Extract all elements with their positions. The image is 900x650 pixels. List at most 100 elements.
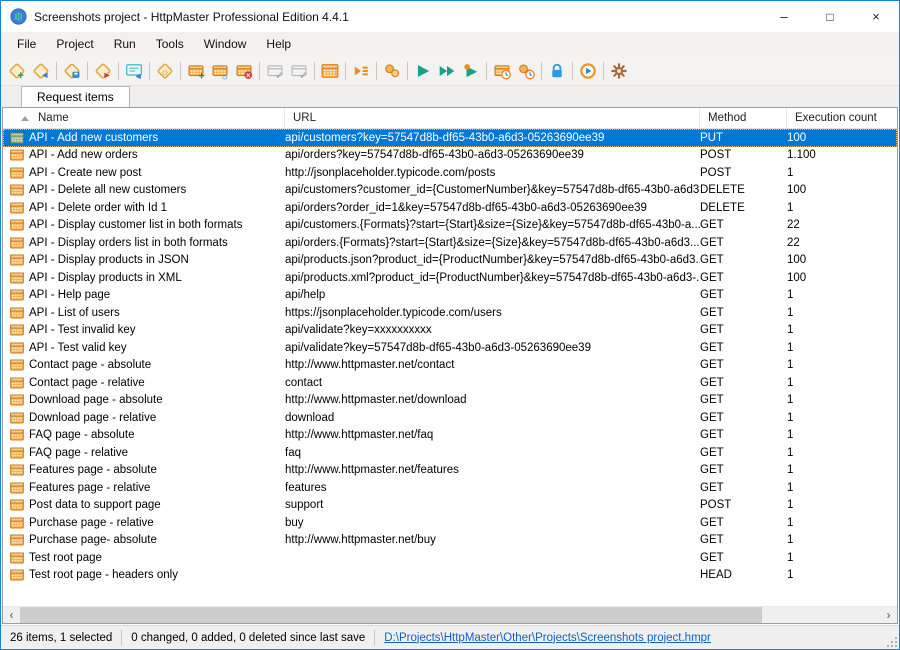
request-item-icon — [10, 289, 24, 301]
horizontal-scrollbar[interactable]: ‹ › — [3, 606, 897, 623]
item-execution-count: 1 — [787, 569, 897, 581]
column-header-url[interactable]: URL — [285, 108, 700, 128]
data-generator-icon[interactable] — [318, 59, 342, 83]
request-item-icon — [10, 184, 24, 196]
column-header-method[interactable]: Method — [700, 108, 787, 128]
item-execution-count: 1 — [787, 429, 897, 441]
project-file-link[interactable]: D:\Projects\HttpMaster\Other\Projects\Sc… — [384, 632, 711, 644]
execution-sequence-icon[interactable] — [349, 59, 373, 83]
item-method: DELETE — [700, 202, 787, 214]
item-name: API - Display products in JSON — [29, 254, 189, 266]
svg-text:◄: ◄ — [134, 70, 143, 79]
add-request-item-icon[interactable]: + — [184, 59, 208, 83]
item-url: http://jsonplaceholder.typicode.com/post… — [285, 167, 700, 179]
table-row[interactable]: FAQ page - relativefaqGET1 — [3, 444, 897, 462]
table-row[interactable]: FAQ page - absolutehttp://www.httpmaster… — [3, 427, 897, 445]
table-row[interactable]: API - Test valid keyapi/validate?key=575… — [3, 339, 897, 357]
table-row[interactable]: API - Display products in XMLapi/product… — [3, 269, 897, 287]
scrollbar-thumb[interactable] — [20, 607, 762, 623]
scroll-left-arrow-icon[interactable]: ‹ — [3, 607, 20, 623]
table-row[interactable]: Test root page - headers onlyHEAD1 — [3, 567, 897, 585]
import-data-icon[interactable]: ◄ — [122, 59, 146, 83]
item-name: Test root page - headers only — [29, 569, 178, 581]
item-method: GET — [700, 342, 787, 354]
menu-file[interactable]: File — [7, 32, 46, 56]
new-project-icon[interactable]: + — [5, 59, 29, 83]
table-row[interactable]: API - Delete order with Id 1api/orders?o… — [3, 199, 897, 217]
menu-tools[interactable]: Tools — [146, 32, 194, 56]
request-item-icon — [10, 552, 24, 564]
table-row[interactable]: Post data to support pagesupportPOST1 — [3, 497, 897, 515]
maximize-button[interactable]: □ — [807, 1, 853, 32]
column-header-name[interactable]: Name — [3, 108, 285, 128]
security-icon[interactable] — [545, 59, 569, 83]
tab-bar: Request items — [1, 86, 899, 107]
table-row[interactable]: API - Add new ordersapi/orders?key=57547… — [3, 147, 897, 165]
edit-request-item-icon[interactable]: ☼ — [208, 59, 232, 83]
table-row[interactable]: Contact page - relativecontactGET1 — [3, 374, 897, 392]
table-row[interactable]: API - Help pageapi/helpGET1 — [3, 287, 897, 305]
execute-all-icon[interactable] — [435, 59, 459, 83]
close-button[interactable]: × — [853, 1, 899, 32]
options-icon[interactable] — [607, 59, 631, 83]
item-execution-count: 1 — [787, 342, 897, 354]
execution-monitor-icon[interactable] — [576, 59, 600, 83]
execute-tagged-icon[interactable] — [459, 59, 483, 83]
menu-help[interactable]: Help — [256, 32, 301, 56]
table-row[interactable]: Features page - relativefeaturesGET1 — [3, 479, 897, 497]
item-execution-count: 22 — [787, 237, 897, 249]
table-row[interactable]: API - Add new customersapi/customers?key… — [3, 129, 897, 147]
item-method: GET — [700, 412, 787, 424]
table-row[interactable]: Download page - relativedownloadGET1 — [3, 409, 897, 427]
item-url: http://www.httpmaster.net/download — [285, 394, 700, 406]
table-row[interactable]: Test root pageGET1 — [3, 549, 897, 567]
table-row[interactable]: Features page - absolutehttp://www.httpm… — [3, 462, 897, 480]
item-url: api/help — [285, 289, 700, 301]
table-row[interactable]: API - Create new posthttp://jsonplacehol… — [3, 164, 897, 182]
schedule-chain-icon[interactable] — [514, 59, 538, 83]
table-row[interactable]: API - Test invalid keyapi/validate?key=x… — [3, 322, 897, 340]
request-item-icon — [10, 324, 24, 336]
table-row[interactable]: Purchase page- absolutehttp://www.httpma… — [3, 532, 897, 550]
item-method: GET — [700, 307, 787, 319]
column-header-label: Execution count — [795, 112, 877, 124]
delete-request-item-icon[interactable]: × — [232, 59, 256, 83]
item-method: GET — [700, 429, 787, 441]
execute-item-icon[interactable] — [411, 59, 435, 83]
table-row[interactable]: Purchase page - relativebuyGET1 — [3, 514, 897, 532]
table-row[interactable]: API - Display customer list in both form… — [3, 217, 897, 235]
toolbar-separator — [345, 62, 346, 80]
table-row[interactable]: API - List of usershttps://jsonplacehold… — [3, 304, 897, 322]
item-execution-count: 1 — [787, 499, 897, 511]
menu-project[interactable]: Project — [46, 32, 103, 56]
item-url: support — [285, 499, 700, 511]
item-execution-count: 1 — [787, 202, 897, 214]
close-project-icon[interactable]: ► — [91, 59, 115, 83]
project-properties-icon[interactable]: ☼ — [153, 59, 177, 83]
menu-run[interactable]: Run — [104, 32, 146, 56]
table-row[interactable]: API - Display products in JSONapi/produc… — [3, 252, 897, 270]
minimize-button[interactable]: – — [761, 1, 807, 32]
toolbar-separator — [149, 62, 150, 80]
table-row[interactable]: Contact page - absolutehttp://www.httpma… — [3, 357, 897, 375]
table-row[interactable]: API - Display orders list in both format… — [3, 234, 897, 252]
open-project-icon[interactable]: ◄ — [29, 59, 53, 83]
scroll-right-arrow-icon[interactable]: › — [880, 607, 897, 623]
svg-text:+: + — [198, 70, 205, 79]
table-row[interactable]: Download page - absolutehttp://www.httpm… — [3, 392, 897, 410]
table-row[interactable]: API - Delete all new customersapi/custom… — [3, 182, 897, 200]
tab-request-items[interactable]: Request items — [21, 86, 130, 107]
schedule-item-icon[interactable] — [490, 59, 514, 83]
request-chain-icon[interactable] — [380, 59, 404, 83]
item-execution-count: 1 — [787, 324, 897, 336]
request-item-icon — [10, 359, 24, 371]
item-name: API - Help page — [29, 289, 110, 301]
scrollbar-track[interactable] — [20, 607, 880, 623]
save-project-icon[interactable] — [60, 59, 84, 83]
item-name: API - List of users — [29, 307, 120, 319]
resize-grip[interactable] — [887, 637, 897, 647]
item-name: Purchase page- absolute — [29, 534, 157, 546]
column-header-execution-count[interactable]: Execution count — [787, 108, 897, 128]
menu-window[interactable]: Window — [194, 32, 257, 56]
item-url: api/validate?key=xxxxxxxxxx — [285, 324, 700, 336]
